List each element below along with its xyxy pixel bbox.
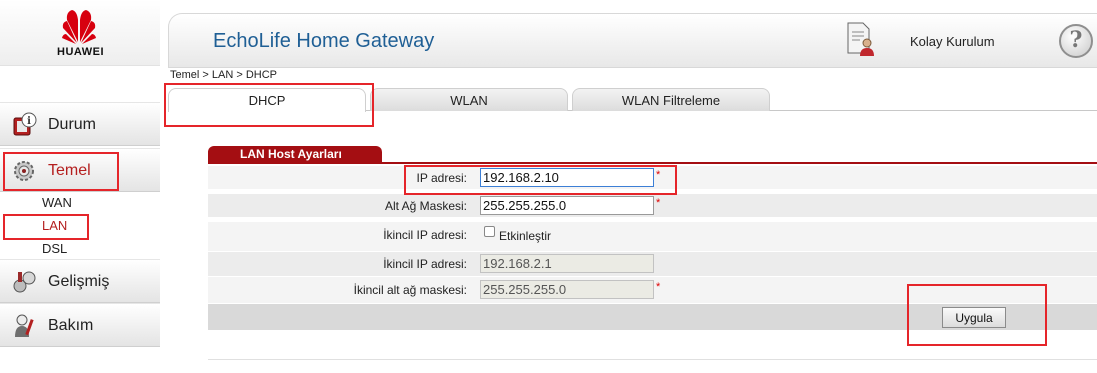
sidebar-item-label: Bakım — [48, 317, 94, 334]
user-document-icon[interactable] — [845, 21, 875, 57]
info-icon: i — [13, 112, 37, 136]
sidebar-subitem-lan[interactable]: LAN — [42, 218, 67, 233]
sidebar-item-durum[interactable]: i Durum — [0, 102, 160, 146]
sidebar-item-gelismis[interactable]: Gelişmiş — [0, 259, 160, 303]
tab-dhcp[interactable]: DHCP — [168, 88, 366, 112]
page-title: EchoLife Home Gateway — [213, 30, 435, 52]
checkbox-label: Etkinleştir — [499, 229, 552, 243]
tab-wlan[interactable]: WLAN — [370, 88, 568, 111]
secondary-ip-input[interactable] — [480, 254, 654, 273]
quick-setup-link[interactable]: Kolay Kurulum — [910, 34, 995, 49]
app-header: EchoLife Home Gateway Kolay Kurulum ? — [168, 13, 1097, 68]
bottom-divider — [208, 359, 1097, 360]
brand-name: HUAWEI — [57, 46, 104, 58]
subnet-mask-input[interactable] — [480, 196, 654, 215]
required-marker: * — [656, 169, 661, 181]
section-title: LAN Host Ayarları — [208, 146, 382, 163]
required-marker: * — [656, 281, 661, 293]
ip-address-input[interactable] — [480, 168, 654, 187]
breadcrumb: Temel > LAN > DHCP — [170, 69, 277, 81]
svg-text:i: i — [27, 116, 31, 127]
field-label: İkincil IP adresi: — [383, 257, 467, 271]
secondary-subnet-input[interactable] — [480, 280, 654, 299]
form-row-secondary-subnet: İkincil alt ağ maskesi: * — [208, 277, 1097, 304]
sidebar-item-temel[interactable]: Temel — [0, 148, 160, 192]
apply-button[interactable]: Uygula — [942, 307, 1006, 328]
form-row-secondary-ip-enable: İkincil IP adresi: Etkinleştir — [208, 222, 1097, 252]
sidebar-subitem-wan[interactable]: WAN — [42, 195, 72, 210]
form-row-subnet-mask: Alt Ağ Maskesi: * — [208, 194, 1097, 218]
sidebar-subitem-dsl[interactable]: DSL — [42, 241, 67, 256]
form-actions-bar: Uygula — [208, 304, 1097, 330]
field-label: İkincil IP adresi: — [383, 228, 467, 242]
sidebar: HUAWEI i Durum Temel WAN LAN DSL Gelişmi… — [0, 0, 160, 373]
field-label: IP adresi: — [416, 171, 467, 185]
tab-wlan-filtreleme[interactable]: WLAN Filtreleme — [572, 88, 770, 111]
advanced-tools-icon — [13, 271, 36, 293]
field-label: Alt Ağ Maskesi: — [384, 199, 467, 213]
sidebar-item-label: Gelişmiş — [48, 273, 110, 290]
huawei-logo-icon — [62, 10, 96, 44]
enable-secondary-ip-checkbox[interactable] — [484, 226, 495, 237]
form-row-secondary-ip: İkincil IP adresi: — [208, 252, 1097, 277]
form-row-ip-address: IP adresi: * — [208, 166, 1097, 190]
sidebar-item-bakim[interactable]: Bakım — [0, 303, 160, 347]
maintenance-icon — [15, 314, 34, 337]
sidebar-item-label: Durum — [48, 116, 97, 133]
required-marker: * — [656, 197, 661, 209]
section-divider — [208, 162, 1097, 164]
help-icon[interactable]: ? — [1059, 24, 1093, 58]
sidebar-item-label: Temel — [48, 162, 91, 179]
brand-logo: HUAWEI — [0, 0, 160, 66]
gear-icon — [14, 161, 34, 181]
field-label: İkincil alt ağ maskesi: — [353, 283, 467, 297]
